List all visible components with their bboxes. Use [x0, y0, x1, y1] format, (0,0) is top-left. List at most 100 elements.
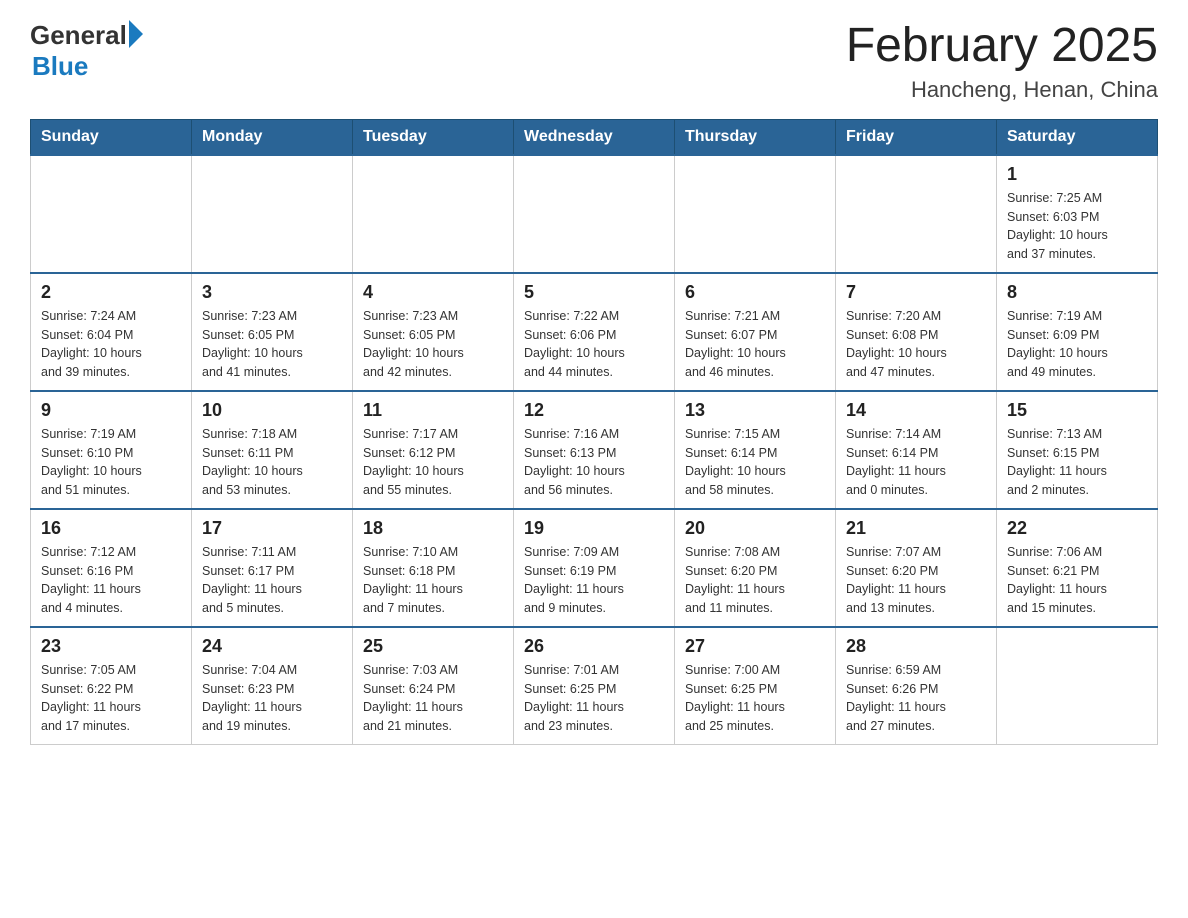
calendar-week-row: 2 Sunrise: 7:24 AMSunset: 6:04 PMDaylight…	[31, 273, 1158, 391]
calendar-cell: 5 Sunrise: 7:22 AMSunset: 6:06 PMDaylight…	[514, 273, 675, 391]
calendar-cell	[192, 155, 353, 273]
day-number: 6	[685, 282, 825, 303]
day-info: Sunrise: 7:04 AMSunset: 6:23 PMDaylight:…	[202, 661, 342, 736]
calendar-cell: 11 Sunrise: 7:17 AMSunset: 6:12 PMDayligh…	[353, 391, 514, 509]
day-number: 28	[846, 636, 986, 657]
day-info: Sunrise: 7:24 AMSunset: 6:04 PMDaylight:…	[41, 307, 181, 382]
day-number: 5	[524, 282, 664, 303]
calendar-cell: 19 Sunrise: 7:09 AMSunset: 6:19 PMDayligh…	[514, 509, 675, 627]
day-info: Sunrise: 7:03 AMSunset: 6:24 PMDaylight:…	[363, 661, 503, 736]
calendar-header-thursday: Thursday	[675, 119, 836, 155]
day-number: 9	[41, 400, 181, 421]
calendar-cell: 15 Sunrise: 7:13 AMSunset: 6:15 PMDayligh…	[997, 391, 1158, 509]
day-info: Sunrise: 7:09 AMSunset: 6:19 PMDaylight:…	[524, 543, 664, 618]
calendar-cell: 7 Sunrise: 7:20 AMSunset: 6:08 PMDaylight…	[836, 273, 997, 391]
day-number: 20	[685, 518, 825, 539]
day-info: Sunrise: 7:17 AMSunset: 6:12 PMDaylight:…	[363, 425, 503, 500]
logo-blue-text: Blue	[32, 51, 88, 82]
day-info: Sunrise: 7:19 AMSunset: 6:10 PMDaylight:…	[41, 425, 181, 500]
calendar-header-row: SundayMondayTuesdayWednesdayThursdayFrid…	[31, 119, 1158, 155]
day-number: 24	[202, 636, 342, 657]
logo-general-text: General	[30, 20, 127, 51]
day-info: Sunrise: 7:20 AMSunset: 6:08 PMDaylight:…	[846, 307, 986, 382]
month-year-title: February 2025	[846, 20, 1158, 73]
calendar-cell: 25 Sunrise: 7:03 AMSunset: 6:24 PMDayligh…	[353, 627, 514, 745]
day-number: 2	[41, 282, 181, 303]
day-number: 19	[524, 518, 664, 539]
day-info: Sunrise: 7:18 AMSunset: 6:11 PMDaylight:…	[202, 425, 342, 500]
day-info: Sunrise: 7:06 AMSunset: 6:21 PMDaylight:…	[1007, 543, 1147, 618]
calendar-cell: 16 Sunrise: 7:12 AMSunset: 6:16 PMDayligh…	[31, 509, 192, 627]
calendar-cell: 10 Sunrise: 7:18 AMSunset: 6:11 PMDayligh…	[192, 391, 353, 509]
day-info: Sunrise: 7:10 AMSunset: 6:18 PMDaylight:…	[363, 543, 503, 618]
calendar-cell: 2 Sunrise: 7:24 AMSunset: 6:04 PMDaylight…	[31, 273, 192, 391]
calendar-cell: 13 Sunrise: 7:15 AMSunset: 6:14 PMDayligh…	[675, 391, 836, 509]
calendar-cell	[675, 155, 836, 273]
day-info: Sunrise: 7:21 AMSunset: 6:07 PMDaylight:…	[685, 307, 825, 382]
day-info: Sunrise: 6:59 AMSunset: 6:26 PMDaylight:…	[846, 661, 986, 736]
day-number: 22	[1007, 518, 1147, 539]
day-number: 26	[524, 636, 664, 657]
logo-triangle-icon	[129, 20, 143, 48]
day-number: 12	[524, 400, 664, 421]
location-subtitle: Hancheng, Henan, China	[846, 77, 1158, 103]
day-info: Sunrise: 7:19 AMSunset: 6:09 PMDaylight:…	[1007, 307, 1147, 382]
calendar-week-row: 1Sunrise: 7:25 AMSunset: 6:03 PMDaylight…	[31, 155, 1158, 273]
logo: General Blue	[30, 20, 143, 82]
calendar-cell	[514, 155, 675, 273]
day-number: 1	[1007, 164, 1147, 185]
day-info: Sunrise: 7:15 AMSunset: 6:14 PMDaylight:…	[685, 425, 825, 500]
calendar-header-sunday: Sunday	[31, 119, 192, 155]
day-info: Sunrise: 7:07 AMSunset: 6:20 PMDaylight:…	[846, 543, 986, 618]
day-number: 11	[363, 400, 503, 421]
day-info: Sunrise: 7:16 AMSunset: 6:13 PMDaylight:…	[524, 425, 664, 500]
calendar-cell: 1Sunrise: 7:25 AMSunset: 6:03 PMDaylight…	[997, 155, 1158, 273]
title-block: February 2025 Hancheng, Henan, China	[846, 20, 1158, 103]
calendar-cell: 26Sunrise: 7:01 AMSunset: 6:25 PMDayligh…	[514, 627, 675, 745]
calendar-cell: 22 Sunrise: 7:06 AMSunset: 6:21 PMDayligh…	[997, 509, 1158, 627]
calendar-cell: 17 Sunrise: 7:11 AMSunset: 6:17 PMDayligh…	[192, 509, 353, 627]
calendar-cell	[31, 155, 192, 273]
day-number: 16	[41, 518, 181, 539]
day-info: Sunrise: 7:14 AMSunset: 6:14 PMDaylight:…	[846, 425, 986, 500]
calendar-cell: 27Sunrise: 7:00 AMSunset: 6:25 PMDayligh…	[675, 627, 836, 745]
calendar-header-tuesday: Tuesday	[353, 119, 514, 155]
day-info: Sunrise: 7:13 AMSunset: 6:15 PMDaylight:…	[1007, 425, 1147, 500]
day-number: 14	[846, 400, 986, 421]
day-info: Sunrise: 7:12 AMSunset: 6:16 PMDaylight:…	[41, 543, 181, 618]
day-info: Sunrise: 7:05 AMSunset: 6:22 PMDaylight:…	[41, 661, 181, 736]
day-number: 4	[363, 282, 503, 303]
calendar-cell: 14 Sunrise: 7:14 AMSunset: 6:14 PMDayligh…	[836, 391, 997, 509]
calendar-week-row: 23 Sunrise: 7:05 AMSunset: 6:22 PMDayligh…	[31, 627, 1158, 745]
calendar-cell: 6 Sunrise: 7:21 AMSunset: 6:07 PMDaylight…	[675, 273, 836, 391]
day-info: Sunrise: 7:22 AMSunset: 6:06 PMDaylight:…	[524, 307, 664, 382]
day-number: 17	[202, 518, 342, 539]
calendar-table: SundayMondayTuesdayWednesdayThursdayFrid…	[30, 119, 1158, 745]
calendar-cell: 12 Sunrise: 7:16 AMSunset: 6:13 PMDayligh…	[514, 391, 675, 509]
calendar-header-saturday: Saturday	[997, 119, 1158, 155]
calendar-week-row: 9 Sunrise: 7:19 AMSunset: 6:10 PMDaylight…	[31, 391, 1158, 509]
day-number: 25	[363, 636, 503, 657]
day-number: 7	[846, 282, 986, 303]
day-number: 13	[685, 400, 825, 421]
day-number: 23	[41, 636, 181, 657]
day-number: 21	[846, 518, 986, 539]
calendar-header-wednesday: Wednesday	[514, 119, 675, 155]
day-number: 3	[202, 282, 342, 303]
calendar-cell: 28 Sunrise: 6:59 AMSunset: 6:26 PMDayligh…	[836, 627, 997, 745]
calendar-header-friday: Friday	[836, 119, 997, 155]
calendar-cell: 23 Sunrise: 7:05 AMSunset: 6:22 PMDayligh…	[31, 627, 192, 745]
calendar-cell: 4Sunrise: 7:23 AMSunset: 6:05 PMDaylight…	[353, 273, 514, 391]
day-info: Sunrise: 7:11 AMSunset: 6:17 PMDaylight:…	[202, 543, 342, 618]
calendar-cell: 3Sunrise: 7:23 AMSunset: 6:05 PMDaylight…	[192, 273, 353, 391]
calendar-cell: 9 Sunrise: 7:19 AMSunset: 6:10 PMDaylight…	[31, 391, 192, 509]
day-number: 15	[1007, 400, 1147, 421]
day-number: 18	[363, 518, 503, 539]
day-number: 10	[202, 400, 342, 421]
calendar-week-row: 16 Sunrise: 7:12 AMSunset: 6:16 PMDayligh…	[31, 509, 1158, 627]
calendar-cell	[353, 155, 514, 273]
page-header: General Blue February 2025 Hancheng, Hen…	[30, 20, 1158, 103]
day-info: Sunrise: 7:00 AMSunset: 6:25 PMDaylight:…	[685, 661, 825, 736]
calendar-cell: 20 Sunrise: 7:08 AMSunset: 6:20 PMDayligh…	[675, 509, 836, 627]
day-info: Sunrise: 7:08 AMSunset: 6:20 PMDaylight:…	[685, 543, 825, 618]
